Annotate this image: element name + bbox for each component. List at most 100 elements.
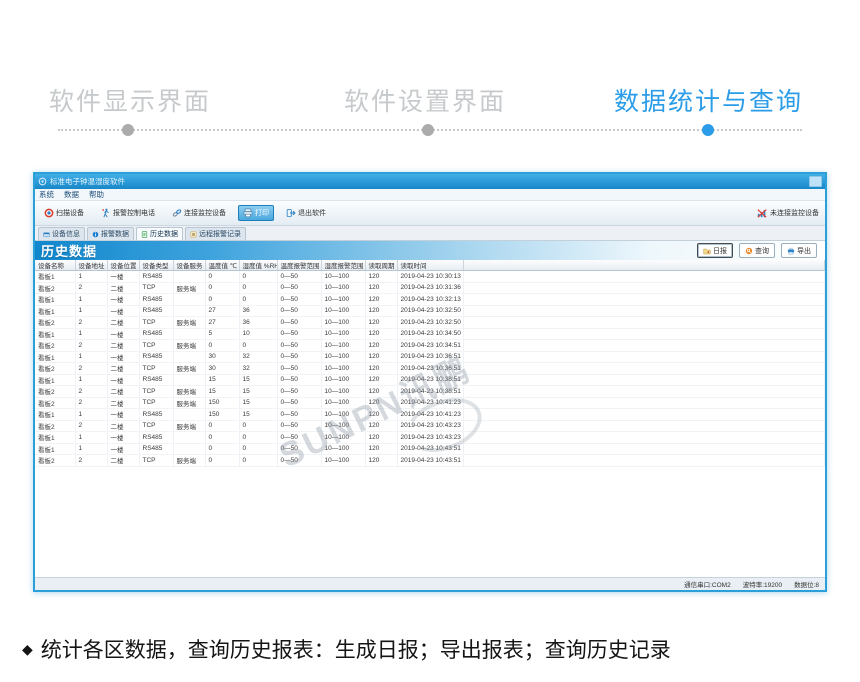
caption-bullet: ◆ bbox=[22, 641, 33, 658]
toolbar-button-label: 扫描设备 bbox=[56, 208, 84, 218]
cell: TCP bbox=[139, 340, 173, 352]
cell: 0—50 bbox=[277, 363, 321, 375]
cell-filler bbox=[463, 282, 825, 294]
cell bbox=[173, 443, 205, 455]
column-header-4[interactable]: 设备类型 bbox=[139, 260, 173, 271]
tab-1[interactable]: 设备信息 bbox=[38, 227, 85, 240]
cell: 看板1 bbox=[35, 443, 75, 455]
cell: 10—100 bbox=[321, 305, 365, 317]
cell: 2019-04-23 10:30:13 bbox=[397, 271, 463, 283]
toolbar-button-label: 报警控制电话 bbox=[113, 208, 155, 218]
table-row[interactable]: 看板22二楼TCP服务端000—5010—1001202019-04-23 10… bbox=[35, 420, 825, 432]
column-header-7[interactable]: 湿度值 %RH bbox=[239, 260, 277, 271]
cell: 1 bbox=[75, 409, 107, 421]
table-row[interactable]: 看板22二楼TCP服务端000—5010—1001202019-04-23 10… bbox=[35, 455, 825, 467]
table-row[interactable]: 看板11一楼RS485000—5010—1001202019-04-23 10:… bbox=[35, 432, 825, 444]
window-control-button[interactable] bbox=[809, 176, 822, 187]
column-header-5[interactable]: 设备服务 bbox=[173, 260, 205, 271]
table-row[interactable]: 看板11一楼RS4855100—5010—1001202019-04-23 10… bbox=[35, 328, 825, 340]
cell-filler bbox=[463, 397, 825, 409]
cell: 0 bbox=[239, 420, 277, 432]
column-header-3[interactable]: 设备位置 bbox=[107, 260, 139, 271]
table-row[interactable]: 看板11一楼RS485000—5010—1001202019-04-23 10:… bbox=[35, 443, 825, 455]
cell: RS485 bbox=[139, 328, 173, 340]
tab-3[interactable]: 历史数据 bbox=[136, 227, 183, 240]
cell: 2 bbox=[75, 282, 107, 294]
status-bar: 通信串口:COM2波特率:19200数据位:8 bbox=[35, 577, 825, 590]
cell: 一楼 bbox=[107, 328, 139, 340]
cell: 120 bbox=[365, 282, 397, 294]
cell: 120 bbox=[365, 397, 397, 409]
cell: 0—50 bbox=[277, 305, 321, 317]
column-header-9[interactable]: 湿度报警范围 bbox=[321, 260, 365, 271]
action-button-label: 查询 bbox=[755, 246, 769, 256]
toolbar-button-label: 连接监控设备 bbox=[184, 208, 226, 218]
column-header-1[interactable]: 设备名称 bbox=[35, 260, 75, 271]
column-header-8[interactable]: 温度报警范围 bbox=[277, 260, 321, 271]
cell: 150 bbox=[205, 397, 239, 409]
cell: 0 bbox=[205, 282, 239, 294]
cell: 一楼 bbox=[107, 271, 139, 283]
action-button-1[interactable]: 日报 bbox=[697, 243, 733, 258]
table-row[interactable]: 看板11一楼RS485150150—5010—1001202019-04-23 … bbox=[35, 409, 825, 421]
toolbar-button-2[interactable]: 报警控制电话 bbox=[96, 205, 160, 221]
nav-item-1[interactable]: 软件显示界面 bbox=[49, 82, 211, 118]
toolbar-button-label: 退出软件 bbox=[298, 208, 326, 218]
column-header-11[interactable]: 读取时间 bbox=[397, 260, 463, 271]
cell: RS485 bbox=[139, 271, 173, 283]
cell bbox=[173, 294, 205, 306]
table-row[interactable]: 看板11一楼RS485000—5010—1001202019-04-23 10:… bbox=[35, 294, 825, 306]
toolbar-button-5[interactable]: 退出软件 bbox=[281, 205, 331, 221]
menu-item-1[interactable]: 系统 bbox=[39, 189, 54, 200]
cell: 0 bbox=[205, 443, 239, 455]
table-row[interactable]: 看板22二楼TCP服务端150150—5010—1001202019-04-23… bbox=[35, 397, 825, 409]
cell: 10—100 bbox=[321, 443, 365, 455]
cell: 0—50 bbox=[277, 328, 321, 340]
nav-item-3[interactable]: 数据统计与查询 bbox=[614, 82, 803, 118]
table-row[interactable]: 看板22二楼TCP服务端15150—5010—1001202019-04-23 … bbox=[35, 386, 825, 398]
column-header-10[interactable]: 读取周期 bbox=[365, 260, 397, 271]
table-row[interactable]: 看板22二楼TCP服务端000—5010—1001202019-04-23 10… bbox=[35, 282, 825, 294]
nav-item-2[interactable]: 软件设置界面 bbox=[344, 82, 506, 118]
action-button-2[interactable]: 查询 bbox=[739, 243, 775, 258]
cell: 一楼 bbox=[107, 374, 139, 386]
toolbar: 扫描设备报警控制电话连接监控设备打印退出软件未连接监控设备 bbox=[35, 201, 825, 226]
action-button-3[interactable]: 导出 bbox=[781, 243, 817, 258]
tab-4[interactable]: 远程报警记录 bbox=[185, 227, 246, 240]
table-row[interactable]: 看板22二楼TCP服务端27360—5010—1001202019-04-23 … bbox=[35, 317, 825, 329]
cell: 0 bbox=[239, 340, 277, 352]
status-item-1: 通信串口:COM2 bbox=[684, 579, 731, 589]
cell: 看板2 bbox=[35, 455, 75, 467]
cell-filler bbox=[463, 363, 825, 375]
toolbar-button-1[interactable]: 扫描设备 bbox=[39, 205, 89, 221]
table-row[interactable]: 看板11一楼RS485000—5010—1001202019-04-23 10:… bbox=[35, 271, 825, 283]
cell: 2019-04-23 10:41:23 bbox=[397, 409, 463, 421]
cell: 一楼 bbox=[107, 294, 139, 306]
cell: 2019-04-23 10:31:36 bbox=[397, 282, 463, 294]
caption: ◆ 统计各区数据，查询历史报表：生成日报；导出报表；查询历史记录 bbox=[22, 634, 671, 664]
toolbar-button-4[interactable]: 打印 bbox=[238, 205, 274, 221]
cell: TCP bbox=[139, 386, 173, 398]
cell: 10—100 bbox=[321, 455, 365, 467]
cell: 0—50 bbox=[277, 397, 321, 409]
table-row[interactable]: 看板22二楼TCP服务端000—5010—1001202019-04-23 10… bbox=[35, 340, 825, 352]
table-row[interactable]: 看板22二楼TCP服务端30320—5010—1001202019-04-23 … bbox=[35, 363, 825, 375]
report-icon bbox=[703, 247, 711, 255]
table-row[interactable]: 看板11一楼RS48530320—5010—1001202019-04-23 1… bbox=[35, 351, 825, 363]
menu-item-3[interactable]: 帮助 bbox=[89, 189, 104, 200]
table-row[interactable]: 看板11一楼RS48515150—5010—1001202019-04-23 1… bbox=[35, 374, 825, 386]
toolbar-button-3[interactable]: 连接监控设备 bbox=[167, 205, 231, 221]
tab-2[interactable]: 报警数据 bbox=[87, 227, 134, 240]
cell: 1 bbox=[75, 432, 107, 444]
column-header-6[interactable]: 温度值 ℃ bbox=[205, 260, 239, 271]
menu-item-2[interactable]: 数据 bbox=[64, 189, 79, 200]
signal-x-icon bbox=[757, 208, 767, 218]
column-header-2[interactable]: 设备地址 bbox=[75, 260, 107, 271]
cell: 2019-04-23 10:43:23 bbox=[397, 432, 463, 444]
cell: 一楼 bbox=[107, 432, 139, 444]
table-row[interactable]: 看板11一楼RS48527360—5010—1001202019-04-23 1… bbox=[35, 305, 825, 317]
status-item-2: 波特率:19200 bbox=[743, 579, 782, 589]
cell: 0 bbox=[205, 294, 239, 306]
cell: 看板2 bbox=[35, 363, 75, 375]
cell: 二楼 bbox=[107, 420, 139, 432]
